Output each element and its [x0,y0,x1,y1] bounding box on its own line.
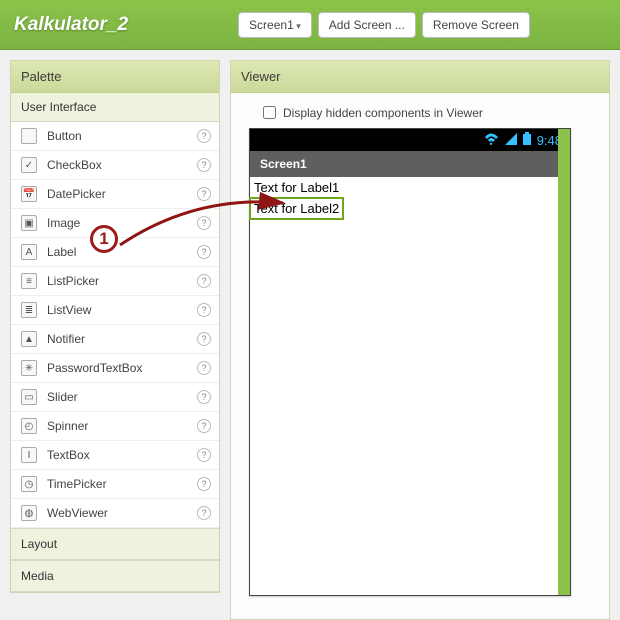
display-hidden-row[interactable]: Display hidden components in Viewer [259,103,591,122]
palette-item-label: DatePicker [47,187,106,201]
palette-item-label: TextBox [47,448,90,462]
palette-item-image[interactable]: ▣ Image? [11,209,219,238]
listview-icon: ≣ [21,302,37,318]
screen-content[interactable]: Text for Label1 Text for Label2 [250,177,570,219]
passwordtextbox-icon: ✳ [21,360,37,376]
palette-panel: Palette User Interface Button? ✓ CheckBox?… [10,60,220,593]
help-icon[interactable]: ? [197,303,211,317]
palette-item-list: Button? ✓ CheckBox? 📅 DatePicker? ▣ Image? A Lab… [11,122,219,528]
palette-item-timepicker[interactable]: ◷ TimePicker? [11,470,219,499]
notifier-icon: ▲ [21,331,37,347]
palette-item-webviewer[interactable]: ◍ WebViewer? [11,499,219,528]
help-icon[interactable]: ? [197,332,211,346]
button-icon [21,128,37,144]
help-icon[interactable]: ? [197,158,211,172]
screen-title: Screen1 [250,151,570,177]
app-title: Kalkulator_2 [14,14,128,36]
palette-item-label: Button [47,129,82,143]
label-icon: A [21,244,37,260]
display-hidden-label: Display hidden components in Viewer [283,106,483,120]
top-toolbar: Kalkulator_2 Screen1 Add Screen ... Remo… [0,0,620,50]
display-hidden-checkbox[interactable] [263,106,276,119]
help-icon[interactable]: ? [197,187,211,201]
media-category[interactable]: Media [11,560,219,592]
palette-item-label: PasswordTextBox [47,361,142,375]
help-icon[interactable]: ? [197,129,211,143]
palette-item-label: Image [47,216,80,230]
palette-item-label: Notifier [47,332,85,346]
palette-item-label: Label [47,245,76,259]
palette-item-label: ListView [47,303,91,317]
viewer-header: Viewer [231,61,609,93]
screen-dropdown[interactable]: Screen1 [238,12,312,38]
palette-item-label[interactable]: A Label? [11,238,219,267]
palette-item-label: ListPicker [47,274,99,288]
status-bar: 9:48 [250,129,570,151]
textbox-icon: I [21,447,37,463]
checkbox-icon: ✓ [21,157,37,173]
palette-item-datepicker[interactable]: 📅 DatePicker? [11,180,219,209]
help-icon[interactable]: ? [197,216,211,230]
palette-item-label: TimePicker [47,477,107,491]
palette-item-slider[interactable]: ▭ Slider? [11,383,219,412]
signal-icon [505,133,517,148]
palette-item-notifier[interactable]: ▲ Notifier? [11,325,219,354]
help-icon[interactable]: ? [197,419,211,433]
palette-item-spinner[interactable]: ◴ Spinner? [11,412,219,441]
help-icon[interactable]: ? [197,245,211,259]
palette-item-checkbox[interactable]: ✓ CheckBox? [11,151,219,180]
spinner-icon: ◴ [21,418,37,434]
wifi-icon [484,133,499,148]
webviewer-icon: ◍ [21,505,37,521]
palette-item-listpicker[interactable]: ≡ ListPicker? [11,267,219,296]
battery-icon [523,132,531,148]
remove-screen-button[interactable]: Remove Screen [422,12,530,38]
preview-label-1[interactable]: Text for Label1 [250,177,570,198]
palette-item-label: WebViewer [47,506,108,520]
palette-item-textbox[interactable]: I TextBox? [11,441,219,470]
palette-item-button[interactable]: Button? [11,122,219,151]
phone-preview: 9:48 Screen1 Text for Label1 Text for La… [249,128,571,596]
help-icon[interactable]: ? [197,274,211,288]
slider-icon: ▭ [21,389,37,405]
layout-category[interactable]: Layout [11,528,219,560]
help-icon[interactable]: ? [197,361,211,375]
help-icon[interactable]: ? [197,448,211,462]
add-screen-button[interactable]: Add Screen ... [318,12,416,38]
viewer-panel: Viewer Display hidden components in View… [230,60,610,620]
user-interface-header[interactable]: User Interface [11,93,219,122]
toolbar-buttons: Screen1 Add Screen ... Remove Screen [238,12,530,38]
help-icon[interactable]: ? [197,477,211,491]
palette-item-passwordtextbox[interactable]: ✳ PasswordTextBox? [11,354,219,383]
palette-item-label: Slider [47,390,78,404]
preview-label-2[interactable]: Text for Label2 [250,198,343,219]
palette-item-label: Spinner [47,419,88,433]
listpicker-icon: ≡ [21,273,37,289]
image-icon: ▣ [21,215,37,231]
palette-item-listview[interactable]: ≣ ListView? [11,296,219,325]
help-icon[interactable]: ? [197,390,211,404]
timepicker-icon: ◷ [21,476,37,492]
palette-item-label: CheckBox [47,158,102,172]
help-icon[interactable]: ? [197,506,211,520]
datepicker-icon: 📅 [21,186,37,202]
palette-header: Palette [11,61,219,93]
